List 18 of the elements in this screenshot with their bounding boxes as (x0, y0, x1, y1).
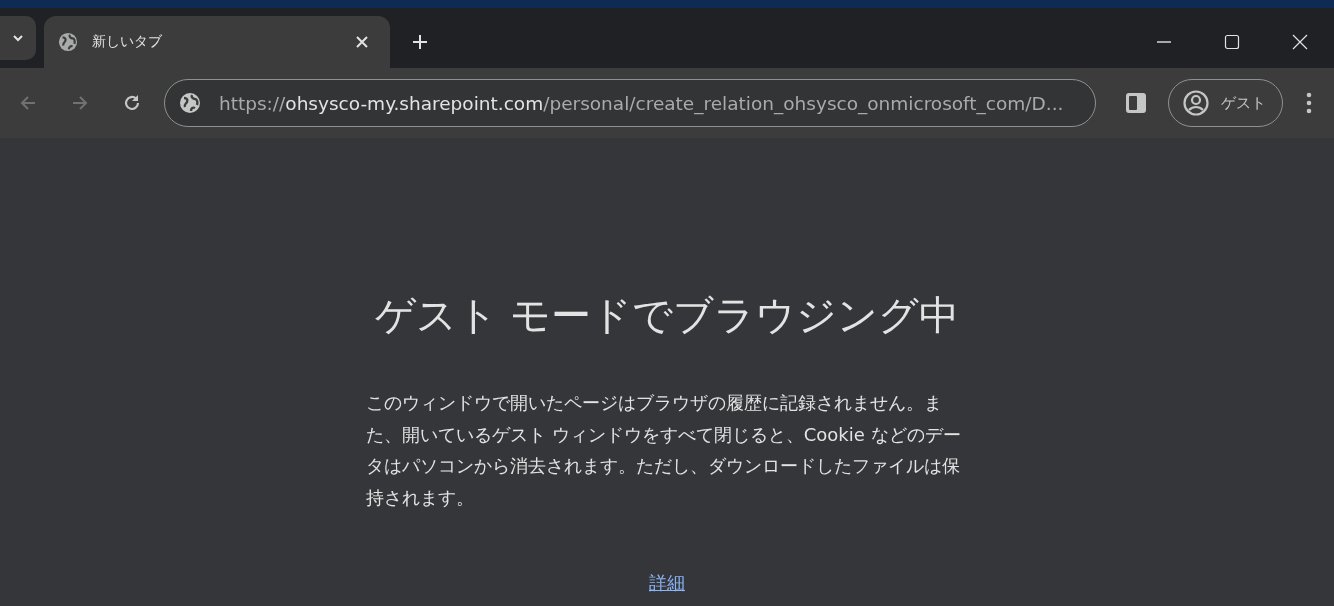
plus-icon (411, 33, 429, 51)
close-icon (1292, 34, 1308, 50)
browser-tab[interactable]: 新しいタブ (44, 16, 390, 68)
learn-more-link[interactable]: 詳細 (649, 571, 685, 595)
globe-icon (179, 92, 201, 114)
reload-icon (122, 93, 142, 113)
page-heading: ゲスト モードでブラウジング中 (374, 291, 960, 340)
description-text: このウィンドウで開いたページはブラウザの履歴に記録されません。また、開いているゲスト ウィンドウをすべて閉じると、Cookie などのデータはパソコンから消去されます。ただし、ダウンロードしたファイルは保持されます。 (366, 391, 962, 510)
minimize-icon (1157, 41, 1171, 43)
address-bar[interactable]: https://ohsysco-my.sharepoint.com/personal/create_relation_ohsysco_onmicrosoft_com/D... (164, 79, 1096, 127)
side-panel-icon (1125, 92, 1147, 114)
close-icon (356, 36, 368, 48)
menu-icon (1306, 92, 1312, 114)
url-text: https://ohsysco-my.sharepoint.com/personal/create_relation_ohsysco_onmicrosoft_com/D... (219, 92, 1064, 114)
maximize-icon (1224, 34, 1240, 50)
tab-search-button[interactable] (0, 16, 36, 60)
person-icon (1183, 90, 1209, 116)
globe-icon (58, 32, 78, 52)
